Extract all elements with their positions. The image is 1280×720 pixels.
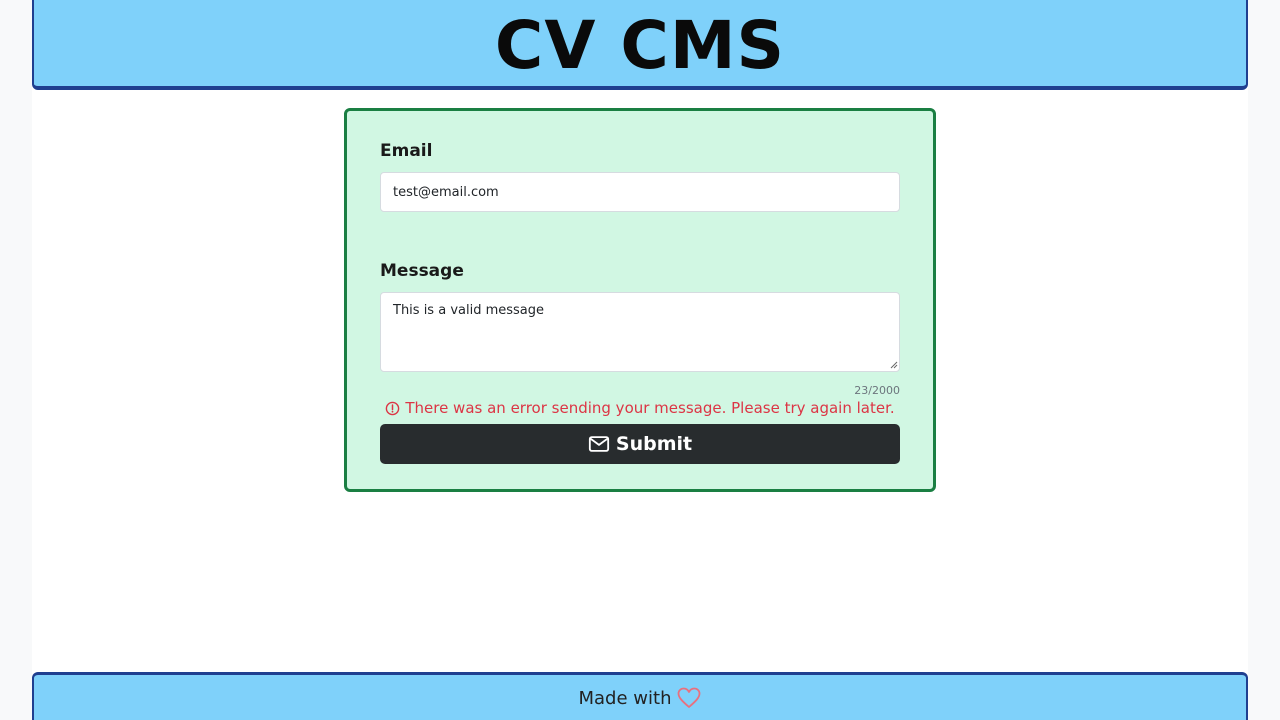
site-header: CV CMS — [32, 0, 1248, 90]
resize-handle-icon[interactable] — [890, 361, 898, 369]
page: CV CMS Email Message This is a valid mes… — [0, 0, 1280, 720]
heart-icon — [677, 687, 701, 709]
submit-label: Submit — [615, 433, 693, 455]
email-label: Email — [380, 141, 433, 161]
message-label: Message — [380, 261, 464, 281]
submit-button[interactable]: Submit — [380, 424, 900, 464]
site-footer: Made with — [32, 672, 1248, 720]
error-text: There was an error sending your message.… — [405, 399, 895, 417]
footer-content: Made with — [34, 687, 1246, 709]
mail-icon — [588, 433, 610, 455]
email-field[interactable] — [380, 172, 900, 212]
character-count: 23/2000 — [854, 384, 900, 397]
site-title: CV CMS — [494, 7, 786, 84]
message-field[interactable]: This is a valid message — [380, 292, 900, 372]
contact-form: Email Message This is a valid message 23… — [344, 108, 936, 492]
footer-text: Made with — [578, 687, 672, 709]
error-message: There was an error sending your message.… — [347, 399, 933, 417]
alert-circle-icon — [385, 401, 400, 416]
